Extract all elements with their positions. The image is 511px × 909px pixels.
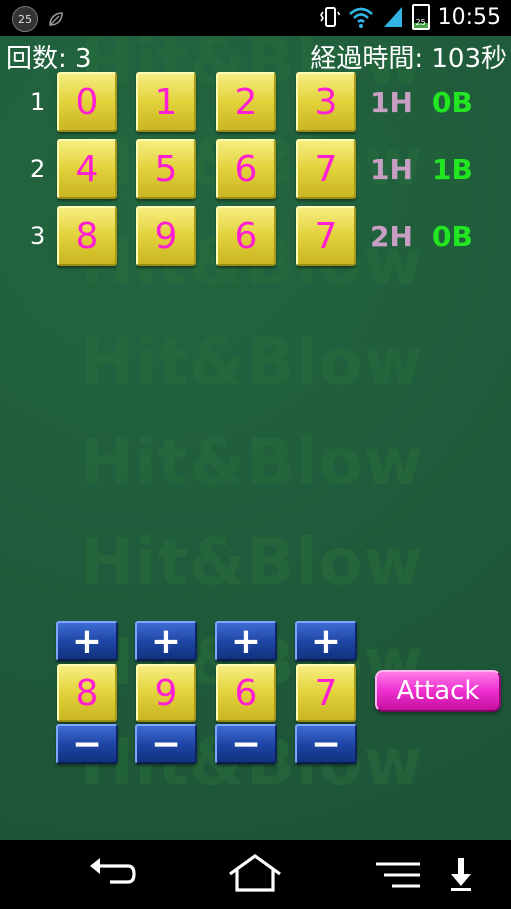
hit-count: 1H — [370, 153, 413, 186]
leaf-icon — [49, 12, 63, 26]
history-digit-tile: 7 — [296, 139, 356, 199]
history-row-number: 3 — [30, 222, 46, 250]
download-icon[interactable] — [448, 854, 474, 894]
watermark-text: Hit&Blow — [80, 326, 424, 400]
decrement-digit-4-button[interactable]: − — [295, 724, 357, 765]
blow-count: 1B — [432, 153, 473, 186]
history-digit-tile: 4 — [57, 139, 117, 199]
decrement-digit-3-button[interactable]: − — [215, 724, 277, 765]
status-bar: 25 25 10:55 — [0, 0, 511, 36]
back-icon[interactable] — [84, 854, 140, 894]
elapsed-time: 経過時間: 103秒 — [310, 44, 507, 74]
history-digit-tile: 5 — [136, 139, 196, 199]
blow-count: 0B — [432, 86, 473, 119]
history-digit-tile: 3 — [296, 72, 356, 132]
status-left: 25 — [12, 6, 64, 32]
history-digit-tile: 1 — [136, 72, 196, 132]
increment-digit-3-button[interactable]: + — [215, 621, 277, 662]
decrement-digit-2-button[interactable]: − — [135, 724, 197, 765]
home-icon[interactable] — [226, 854, 284, 894]
input-digit-tile: 9 — [136, 664, 196, 722]
input-digit-tile: 8 — [57, 664, 117, 722]
history-row-number: 1 — [30, 88, 46, 116]
history-row-number: 2 — [30, 155, 46, 183]
hit-count: 1H — [370, 86, 413, 119]
increment-digit-2-button[interactable]: + — [135, 621, 197, 662]
hit-count: 2H — [370, 220, 413, 253]
battery-icon: 25 — [411, 4, 430, 30]
wifi-icon — [348, 7, 373, 28]
history-digit-tile: 2 — [216, 72, 276, 132]
history-digit-tile: 6 — [216, 139, 276, 199]
vibrate-icon — [319, 7, 340, 27]
watermark-text: Hit&Blow — [80, 426, 424, 500]
increment-digit-1-button[interactable]: + — [56, 621, 118, 662]
input-digit-tile: 7 — [296, 664, 356, 722]
menu-icon[interactable] — [374, 854, 424, 894]
battery-level-text: 25 — [415, 18, 426, 27]
history-digit-tile: 8 — [57, 206, 117, 266]
clock: 10:55 — [437, 4, 501, 30]
attack-button[interactable]: Attack — [375, 670, 501, 712]
history-digit-tile: 0 — [57, 72, 117, 132]
notification-badge-icon: 25 — [12, 6, 38, 32]
signal-icon — [383, 7, 402, 27]
watermark-text: Hit&Blow — [80, 526, 424, 600]
game-board: Hit&Blow Hit&Blow Hit&Blow Hit&Blow Hit&… — [0, 36, 511, 840]
history-digit-tile: 9 — [136, 206, 196, 266]
navigation-bar — [0, 840, 511, 909]
decrement-digit-1-button[interactable]: − — [56, 724, 118, 765]
history-digit-tile: 6 — [216, 206, 276, 266]
attempts-counter: 回数: 3 — [6, 44, 92, 74]
history-digit-tile: 7 — [296, 206, 356, 266]
blow-count: 0B — [432, 220, 473, 253]
input-digit-tile: 6 — [216, 664, 276, 722]
status-right: 25 10:55 — [319, 4, 501, 30]
increment-digit-4-button[interactable]: + — [295, 621, 357, 662]
